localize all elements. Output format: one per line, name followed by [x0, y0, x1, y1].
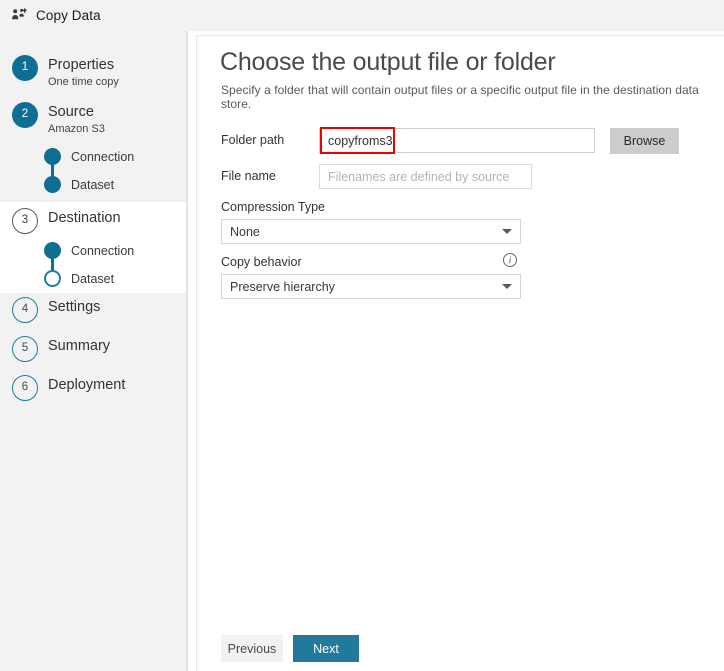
sidebar-step-destination[interactable]: 3 Destination [0, 208, 186, 234]
window-title: Copy Data [36, 8, 101, 23]
file-name-label: File name [221, 169, 276, 183]
step-number-6: 6 [12, 375, 38, 401]
step-number-badge-3: 3 [12, 208, 38, 234]
folder-path-input[interactable] [319, 128, 595, 153]
browse-button[interactable]: Browse [610, 128, 679, 154]
step-title-source: Source [48, 104, 94, 120]
step-subtitle-properties: One time copy [48, 75, 119, 90]
sidebar-substep-destination-dataset[interactable]: Dataset [44, 270, 114, 287]
compression-type-label: Compression Type [221, 199, 325, 215]
step-number-badge-5: 5 [12, 336, 38, 362]
step-text-destination: Destination [48, 208, 121, 227]
info-icon[interactable]: i [503, 253, 517, 267]
step-title-properties: Properties [48, 57, 114, 73]
copy-data-icon [10, 7, 28, 25]
substep-label-destination-dataset: Dataset [71, 272, 114, 286]
step-number-badge-4: 4 [12, 297, 38, 323]
step-number-4: 4 [12, 297, 38, 323]
step-subtitle-source: Amazon S3 [48, 122, 105, 137]
step-number-badge-6: 6 [12, 375, 38, 401]
copy-data-wizard-window: Copy Data 1 Properties One time copy 2 S… [0, 0, 724, 671]
substep-dot-destination-connection [44, 242, 61, 259]
sidebar-step-deployment[interactable]: 6 Deployment [0, 375, 186, 401]
compression-type-select[interactable]: None [221, 219, 521, 244]
chevron-down-icon [502, 229, 512, 234]
folder-path-label: Folder path [221, 133, 284, 147]
copy-behavior-select[interactable]: Preserve hierarchy [221, 274, 521, 299]
step-title-settings: Settings [48, 299, 100, 315]
substep-dot-source-dataset [44, 176, 61, 193]
step-title-deployment: Deployment [48, 377, 125, 393]
step-number-badge-2: 2 [12, 102, 38, 128]
previous-button[interactable]: Previous [221, 635, 283, 662]
sidebar-divider [186, 31, 188, 671]
step-number-3: 3 [12, 208, 38, 234]
main-content-panel: Choose the output file or folder Specify… [196, 35, 724, 671]
substep-dot-source-connection [44, 148, 61, 165]
sidebar-substep-source-dataset[interactable]: Dataset [44, 176, 114, 193]
step-text-source: Source Amazon S3 [48, 102, 105, 137]
substep-label-source-connection: Connection [71, 150, 134, 164]
step-text-settings: Settings [48, 297, 100, 316]
substep-label-destination-connection: Connection [71, 244, 134, 258]
step-title-destination: Destination [48, 210, 121, 226]
page-title: Choose the output file or folder [220, 48, 555, 77]
page-subtitle: Specify a folder that will contain outpu… [221, 83, 724, 111]
step-number-1: 1 [12, 55, 38, 81]
copy-behavior-label: Copy behavior [221, 254, 302, 270]
step-number-5: 5 [12, 336, 38, 362]
step-text-deployment: Deployment [48, 375, 125, 394]
step-text-summary: Summary [48, 336, 110, 355]
step-number-badge-1: 1 [12, 55, 38, 81]
wizard-step-sidebar: 1 Properties One time copy 2 Source Amaz… [0, 31, 188, 671]
step-title-summary: Summary [48, 338, 110, 354]
next-button[interactable]: Next [293, 635, 359, 662]
substep-dot-destination-dataset [44, 270, 61, 287]
window-titlebar: Copy Data [0, 0, 724, 31]
copy-behavior-row: Copy behavior [221, 254, 302, 270]
compression-type-value: None [230, 225, 502, 239]
substep-label-source-dataset: Dataset [71, 178, 114, 192]
sidebar-substep-source-connection[interactable]: Connection [44, 148, 134, 165]
file-name-input[interactable] [319, 164, 532, 189]
sidebar-step-properties[interactable]: 1 Properties One time copy [0, 55, 186, 90]
copy-behavior-value: Preserve hierarchy [230, 280, 502, 294]
chevron-down-icon [502, 284, 512, 289]
compression-type-row: Compression Type [221, 199, 325, 215]
sidebar-substep-destination-connection[interactable]: Connection [44, 242, 134, 259]
step-text-properties: Properties One time copy [48, 55, 119, 90]
sidebar-step-source[interactable]: 2 Source Amazon S3 [0, 102, 186, 137]
sidebar-step-summary[interactable]: 5 Summary [0, 336, 186, 362]
sidebar-step-settings[interactable]: 4 Settings [0, 297, 186, 323]
step-number-2: 2 [12, 102, 38, 128]
